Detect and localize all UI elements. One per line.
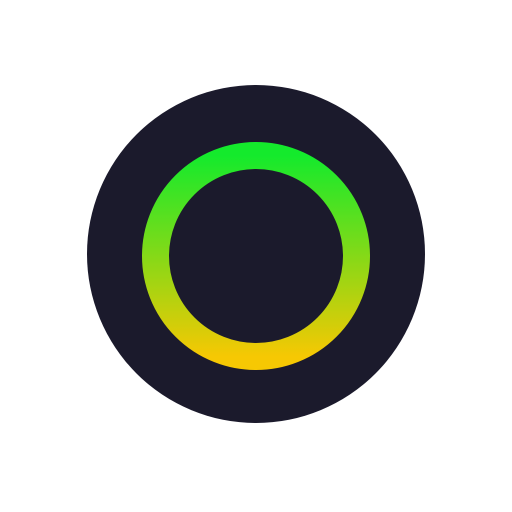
- app-icon-canvas: [0, 0, 512, 512]
- ring-logo-icon: [87, 85, 425, 423]
- badge-background: [87, 85, 425, 423]
